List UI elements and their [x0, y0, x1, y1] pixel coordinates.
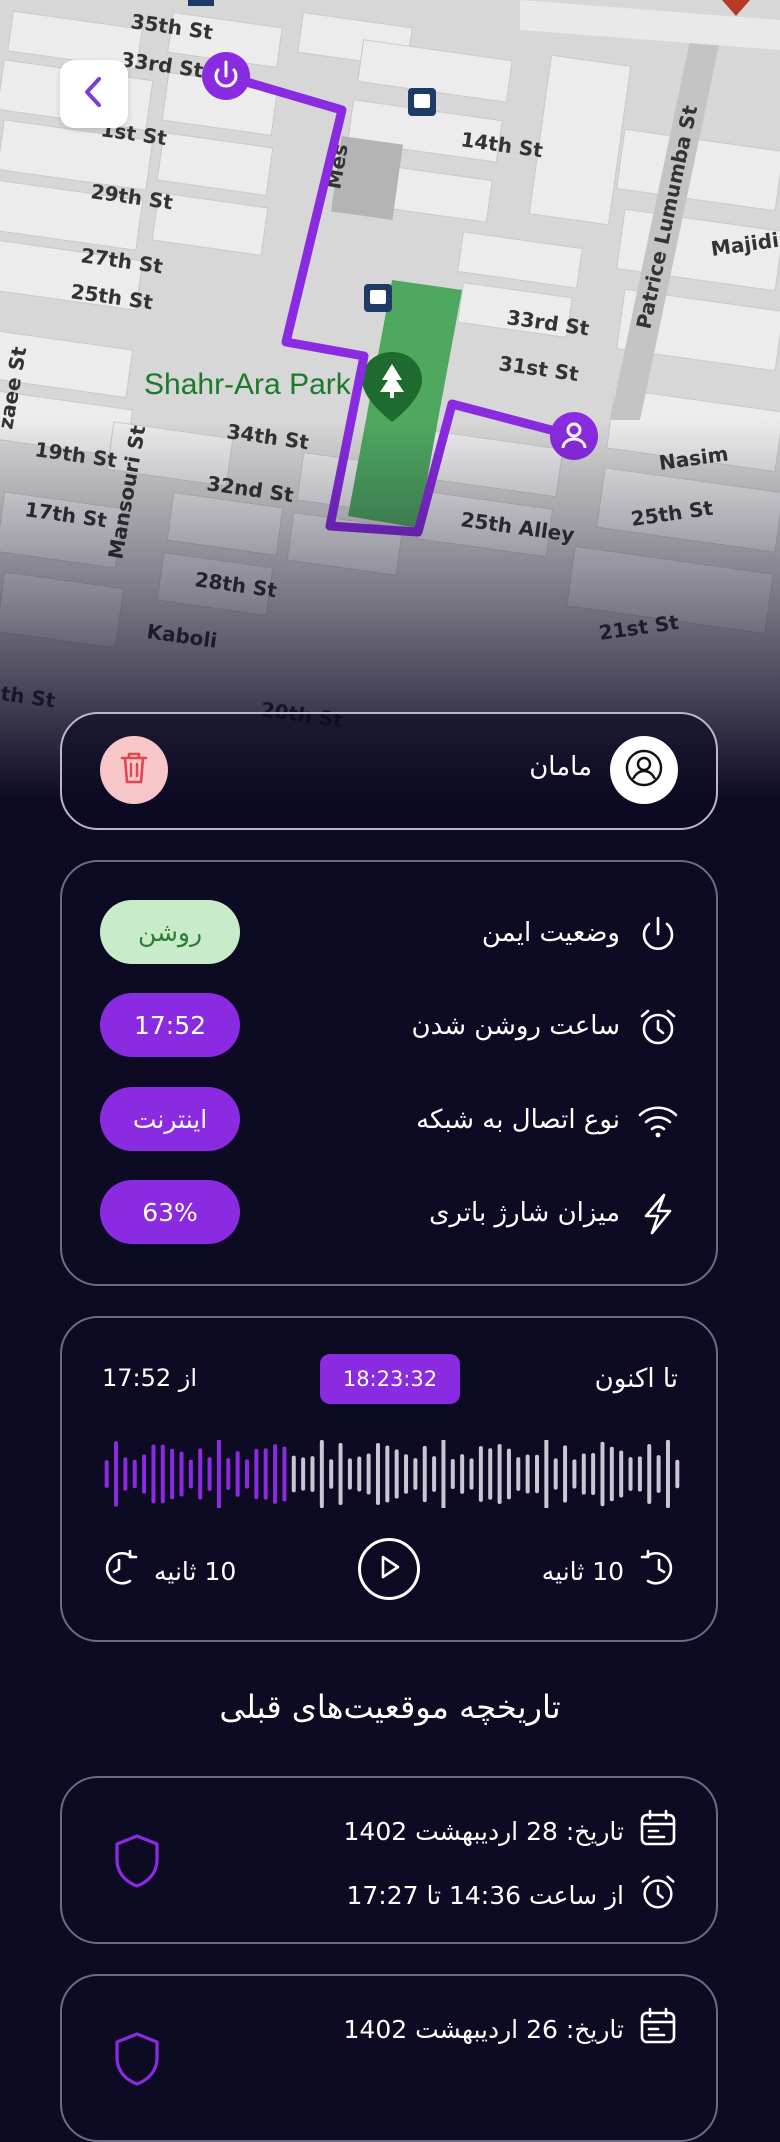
skip-forward-button[interactable]: 10 ثانیه: [542, 1546, 678, 1596]
battery-label: میزان شارژ باتری: [429, 1198, 620, 1228]
history-date: تاریخ: 26 اردیبهشت 1402: [343, 2014, 624, 2044]
network-type-value: اینترنت: [100, 1087, 240, 1151]
skip-back-label: 10 ثانیه: [154, 1556, 237, 1586]
wifi-icon: [636, 1099, 680, 1143]
alarm-clock-icon: [636, 1005, 680, 1049]
chevron-left-icon: [79, 75, 109, 113]
svg-text:34th St: 34th St: [225, 419, 311, 454]
battery-value: 63%: [100, 1180, 240, 1244]
power-icon: [636, 912, 680, 956]
history-date: تاریخ: 28 اردیبهشت 1402: [343, 1816, 624, 1846]
shield-icon: [112, 1832, 162, 1894]
turn-on-time-value: 17:52: [100, 993, 240, 1057]
history-item[interactable]: تاریخ: 26 اردیبهشت 1402: [60, 1974, 718, 2142]
park-label: Shahr-Ara Park: [144, 368, 352, 401]
audio-card: تا اکنون 18:23:32 از 17:52 10 ثانیه 10 ث…: [60, 1316, 718, 1642]
history-date-row: تاریخ: 26 اردیبهشت 1402: [344, 2006, 678, 2052]
svg-text:Kaboli: Kaboli: [145, 619, 218, 653]
person-card: مامان: [60, 712, 718, 830]
status-row-turn-on-time: ساعت روشن شدن 17:52: [100, 993, 680, 1059]
svg-text:25th St: 25th St: [69, 279, 155, 314]
status-row-battery: میزان شارژ باتری 63%: [100, 1180, 680, 1246]
network-type-label: نوع اتصال به شبکه: [416, 1105, 620, 1135]
back-button[interactable]: [60, 60, 128, 128]
delete-button[interactable]: [100, 736, 168, 804]
user-icon: [624, 748, 664, 792]
shield-icon: [112, 2030, 162, 2092]
battery-charge-icon: [636, 1192, 680, 1236]
skip-forward-label: 10 ثانیه: [541, 1556, 624, 1586]
safe-mode-value: روشن: [100, 900, 240, 964]
safe-mode-label: وضعیت ایمن: [481, 918, 620, 948]
play-icon: [377, 1554, 401, 1584]
status-row-safe-mode: وضعیت ایمن روشن: [100, 900, 680, 966]
play-button[interactable]: [358, 1538, 420, 1600]
skip-back-button[interactable]: 10 ثانیه: [100, 1546, 236, 1596]
audio-current-time: 18:23:32: [320, 1354, 460, 1404]
audio-waveform[interactable]: [102, 1440, 682, 1508]
audio-from-label: از 17:52: [102, 1364, 198, 1392]
clock-forward-icon: [638, 1547, 678, 1595]
avatar: [610, 736, 678, 804]
turn-on-time-label: ساعت روشن شدن: [411, 1011, 621, 1041]
history-time-row: از ساعت 14:36 تا 17:27: [346, 1872, 678, 1918]
history-date-row: تاریخ: 28 اردیبهشت 1402: [344, 1808, 678, 1854]
trash-icon: [117, 750, 151, 790]
history-time: از ساعت 14:36 تا 17:27: [346, 1880, 624, 1910]
calendar-icon: [638, 1808, 678, 1854]
calendar-icon: [638, 2006, 678, 2052]
clock-back-icon: [100, 1547, 140, 1595]
svg-text:21st St: 21st St: [597, 610, 680, 645]
svg-text:th St: th St: [0, 681, 57, 712]
status-row-network-type: نوع اتصال به شبکه اینترنت: [100, 1087, 680, 1153]
history-title: تاریخچه موقعیت‌های قبلی: [219, 1688, 561, 1726]
history-item[interactable]: تاریخ: 28 اردیبهشت 1402 از ساعت 14:36 تا…: [60, 1776, 718, 1944]
person-name: مامان: [529, 752, 592, 782]
status-card: وضعیت ایمن روشن ساعت روشن شدن 17:52 نوع …: [60, 860, 718, 1286]
svg-text:31st St: 31st St: [497, 351, 580, 386]
alarm-clock-icon: [638, 1872, 678, 1918]
audio-until-label: تا اکنون: [594, 1364, 678, 1394]
